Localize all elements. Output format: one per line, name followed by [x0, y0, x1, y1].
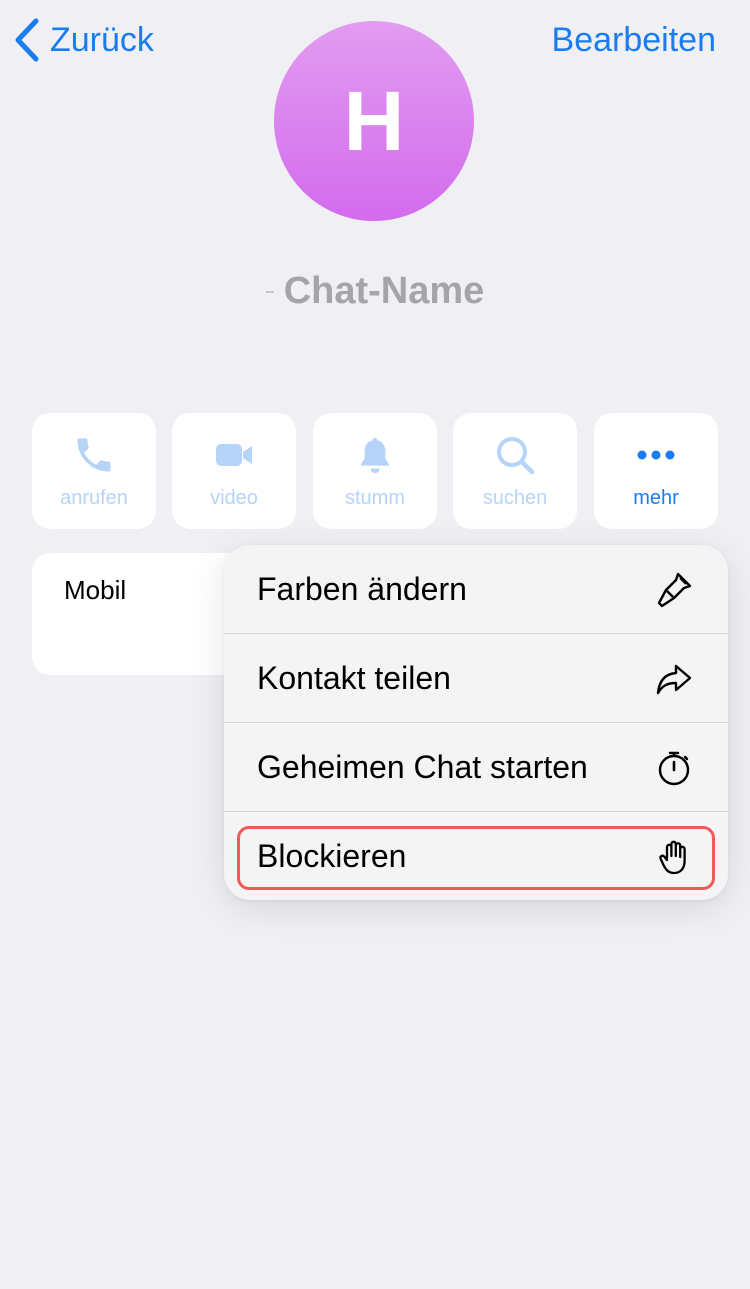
call-button[interactable]: anrufen: [32, 413, 156, 529]
more-context-menu: Farben ändern Kontakt teilen Geheimen Ch…: [224, 545, 728, 900]
back-label: Zurück: [50, 20, 154, 59]
menu-item-start-secret-chat[interactable]: Geheimen Chat starten: [224, 723, 728, 812]
mobile-label: Mobil: [64, 575, 127, 605]
back-button[interactable]: Zurück: [14, 14, 154, 66]
chat-name: Chat-Name: [283, 269, 485, 312]
edit-button[interactable]: Bearbeiten: [552, 14, 716, 66]
hand-icon: [654, 837, 694, 877]
menu-item-block[interactable]: Blockieren: [224, 812, 728, 900]
more-icon: [634, 433, 678, 477]
bell-icon: [353, 433, 397, 477]
menu-item-label: Farben ändern: [257, 571, 467, 607]
search-icon: [493, 433, 537, 477]
menu-item-change-colors[interactable]: Farben ändern: [224, 545, 728, 634]
paintbrush-icon: [654, 570, 694, 610]
mute-label: stumm: [345, 487, 405, 509]
video-label: video: [210, 487, 258, 509]
share-arrow-icon: [654, 659, 694, 699]
call-label: anrufen: [60, 487, 128, 509]
video-icon: [212, 433, 256, 477]
phone-icon: [72, 433, 116, 477]
menu-item-label: Geheimen Chat starten: [257, 749, 588, 785]
avatar[interactable]: H: [274, 21, 474, 221]
search-button[interactable]: suchen: [453, 413, 577, 529]
timer-icon: [654, 748, 694, 788]
more-label: mehr: [633, 487, 679, 509]
video-button[interactable]: video: [172, 413, 296, 529]
chat-name-row: Chat-Name: [0, 266, 750, 316]
action-row: anrufen video stumm suchen mehr: [32, 413, 718, 529]
more-button[interactable]: mehr: [594, 413, 718, 529]
mute-button[interactable]: stumm: [313, 413, 437, 529]
avatar-initial: H: [343, 73, 405, 168]
menu-item-label: Kontakt teilen: [257, 660, 451, 696]
name-prefix-mark: [265, 291, 274, 293]
chevron-left-icon: [14, 18, 40, 62]
menu-item-share-contact[interactable]: Kontakt teilen: [224, 634, 728, 723]
menu-item-label: Blockieren: [257, 838, 407, 874]
search-label: suchen: [482, 487, 548, 509]
